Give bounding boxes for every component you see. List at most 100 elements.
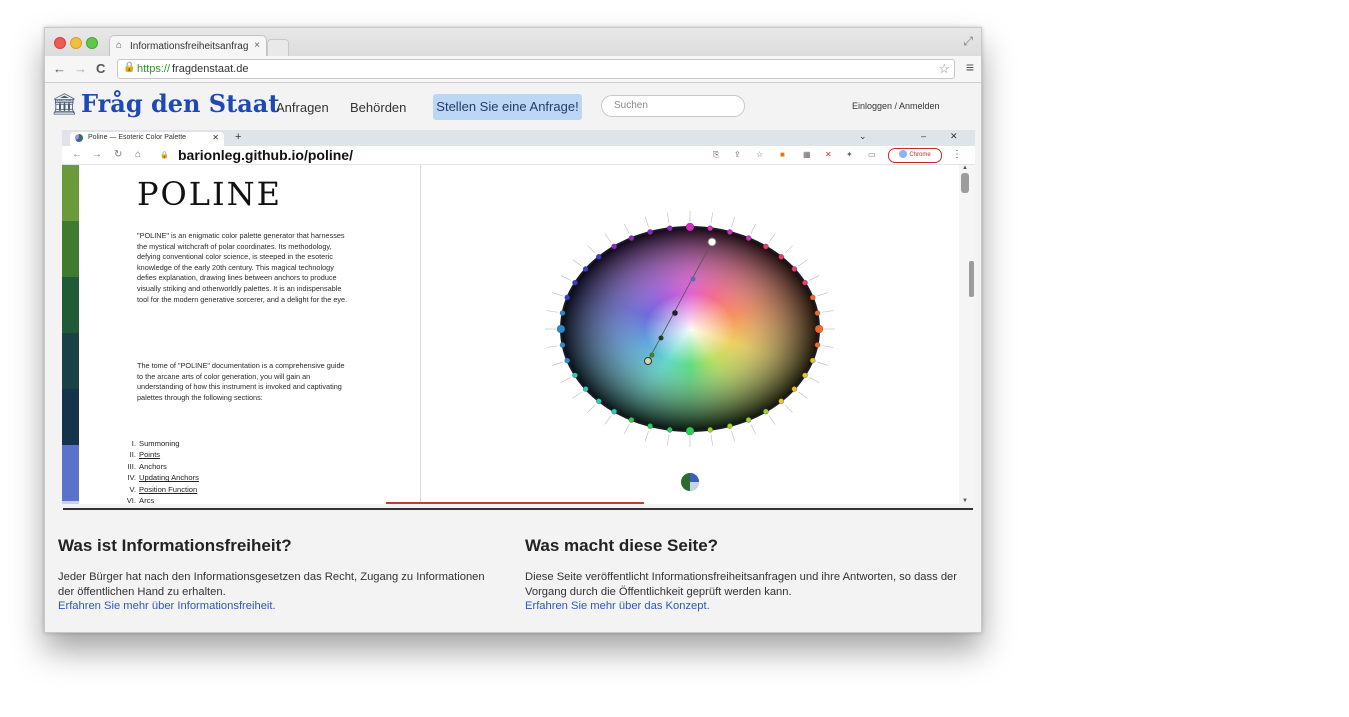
toc-label[interactable]: Summoning — [139, 439, 180, 448]
rim-point[interactable] — [559, 310, 566, 316]
home-icon[interactable]: ⌂ — [135, 149, 141, 160]
share-icon[interactable]: ⇪ — [734, 150, 741, 159]
toc-item[interactable]: III. Anchors — [122, 461, 199, 472]
toc-item[interactable]: IV. Updating Anchors — [122, 472, 199, 483]
toc-item[interactable]: II. Points — [122, 449, 199, 460]
toc-label[interactable]: Anchors — [139, 462, 167, 471]
back-icon[interactable]: ← — [72, 149, 82, 160]
toc-item[interactable]: VI. Arcs — [122, 495, 199, 504]
rim-point[interactable] — [745, 417, 752, 423]
rim-point[interactable] — [727, 423, 733, 429]
new-tab-button[interactable] — [267, 39, 289, 56]
extension-icon[interactable]: ▦ — [803, 150, 811, 159]
rim-point[interactable] — [809, 294, 816, 301]
new-tab-icon[interactable]: + — [235, 131, 241, 143]
extension-icon[interactable]: ■ — [780, 150, 785, 159]
rim-point[interactable] — [628, 417, 635, 423]
rim-point[interactable] — [564, 294, 571, 301]
make-request-button[interactable]: Stellen Sie eine Anfrage! — [433, 94, 582, 120]
screenshot-icon[interactable]: ⎘ — [713, 150, 719, 160]
puzzle-icon[interactable]: ✦ — [846, 150, 853, 159]
anchor-point[interactable] — [644, 357, 652, 365]
profile-button[interactable]: Chrome — [888, 148, 942, 163]
page-scrollbar-thumb[interactable] — [969, 261, 974, 297]
palette-point[interactable] — [672, 310, 678, 316]
scroll-up-icon[interactable]: ▲ — [962, 165, 968, 171]
rim-point[interactable] — [647, 229, 653, 235]
rim-point[interactable] — [791, 266, 798, 272]
palette-point[interactable] — [690, 276, 696, 282]
color-wheel[interactable] — [520, 205, 860, 504]
bookmark-star-icon[interactable]: ☆ — [756, 150, 763, 159]
rim-point[interactable] — [814, 324, 824, 334]
forward-icon[interactable]: → — [92, 149, 102, 160]
search-input[interactable]: Suchen — [601, 95, 745, 117]
rim-point[interactable] — [763, 408, 769, 415]
rim-point[interactable] — [814, 342, 821, 348]
rim-point[interactable] — [582, 386, 589, 392]
minimize-window-button[interactable] — [70, 37, 82, 49]
rim-point[interactable] — [778, 398, 784, 404]
rim-point[interactable] — [556, 324, 566, 334]
browser-tab[interactable]: ⌂ Informationsfreiheitsanfrag × — [109, 35, 267, 57]
more-menu-icon[interactable]: ⋮ — [952, 149, 962, 160]
toc-label[interactable]: Arcs — [139, 496, 154, 504]
rim-point[interactable] — [628, 235, 635, 241]
rim-point[interactable] — [778, 254, 784, 260]
close-tab-icon[interactable]: × — [254, 40, 260, 51]
reload-icon[interactable]: C — [96, 61, 105, 76]
palette-point[interactable] — [658, 335, 664, 341]
rim-point[interactable] — [707, 426, 713, 433]
address-bar[interactable]: 🔒 https:// fragdenstaat.de ☆ — [117, 59, 955, 79]
rim-point[interactable] — [596, 398, 602, 404]
rim-point[interactable] — [582, 266, 589, 272]
back-icon[interactable]: ← — [53, 61, 66, 76]
inner-scrollbar[interactable]: ▲ ▼ — [959, 165, 975, 504]
nav-behoerden[interactable]: Behörden — [350, 100, 406, 115]
zoom-window-button[interactable] — [86, 37, 98, 49]
anchor-point[interactable] — [707, 237, 717, 247]
fullscreen-icon[interactable]: ⤢ — [963, 34, 973, 49]
rim-point[interactable] — [647, 423, 653, 429]
rim-point[interactable] — [727, 229, 733, 235]
forward-icon[interactable]: → — [74, 61, 87, 76]
rim-point[interactable] — [685, 222, 695, 232]
close-window-icon[interactable]: ✕ — [950, 131, 958, 142]
rim-point[interactable] — [707, 225, 713, 232]
nav-anfragen[interactable]: Anfragen — [276, 100, 329, 115]
link-konzept[interactable]: Erfahren Sie mehr über das Konzept. — [525, 600, 710, 612]
rim-point[interactable] — [564, 357, 571, 364]
tab-search-icon[interactable]: ⌄ — [859, 131, 867, 142]
rim-point[interactable] — [814, 310, 821, 316]
inner-browser-tab[interactable]: Poline — Esoteric Color Palette ✕ — [70, 132, 224, 146]
rim-point[interactable] — [611, 408, 617, 415]
rim-point[interactable] — [572, 279, 578, 286]
minimize-icon[interactable]: – — [921, 131, 926, 141]
rim-point[interactable] — [667, 426, 673, 433]
close-window-button[interactable] — [54, 37, 66, 49]
rim-point[interactable] — [809, 357, 816, 364]
rim-point[interactable] — [667, 225, 673, 232]
scroll-down-icon[interactable]: ▼ — [962, 498, 968, 504]
rim-point[interactable] — [802, 279, 808, 286]
login-link[interactable]: Einloggen / Anmelden — [852, 101, 940, 111]
rim-point[interactable] — [559, 342, 566, 348]
extension-icon[interactable]: ✕ — [825, 150, 832, 159]
rim-point[interactable] — [572, 372, 578, 379]
link-informationsfreiheit[interactable]: Erfahren Sie mehr über Informationsfreih… — [58, 600, 276, 612]
rim-point[interactable] — [791, 386, 798, 392]
toc-item[interactable]: I. Summoning — [122, 438, 199, 449]
rim-point[interactable] — [685, 426, 695, 436]
site-logo[interactable]: Fråg den Staat — [81, 89, 279, 118]
rim-point[interactable] — [763, 243, 769, 250]
hamburger-menu-icon[interactable]: ≡ — [966, 59, 974, 75]
sidebar-icon[interactable]: ▭ — [868, 150, 876, 159]
inner-address-bar[interactable]: barionleg.github.io/poline/ — [178, 147, 353, 163]
close-tab-icon[interactable]: ✕ — [212, 133, 219, 142]
toc-label[interactable]: Updating Anchors — [139, 473, 199, 482]
toc-label[interactable]: Position Function — [139, 485, 197, 494]
rim-point[interactable] — [745, 235, 752, 241]
rim-point[interactable] — [611, 243, 617, 250]
toc-label[interactable]: Points — [139, 450, 160, 459]
rim-point[interactable] — [596, 254, 602, 260]
